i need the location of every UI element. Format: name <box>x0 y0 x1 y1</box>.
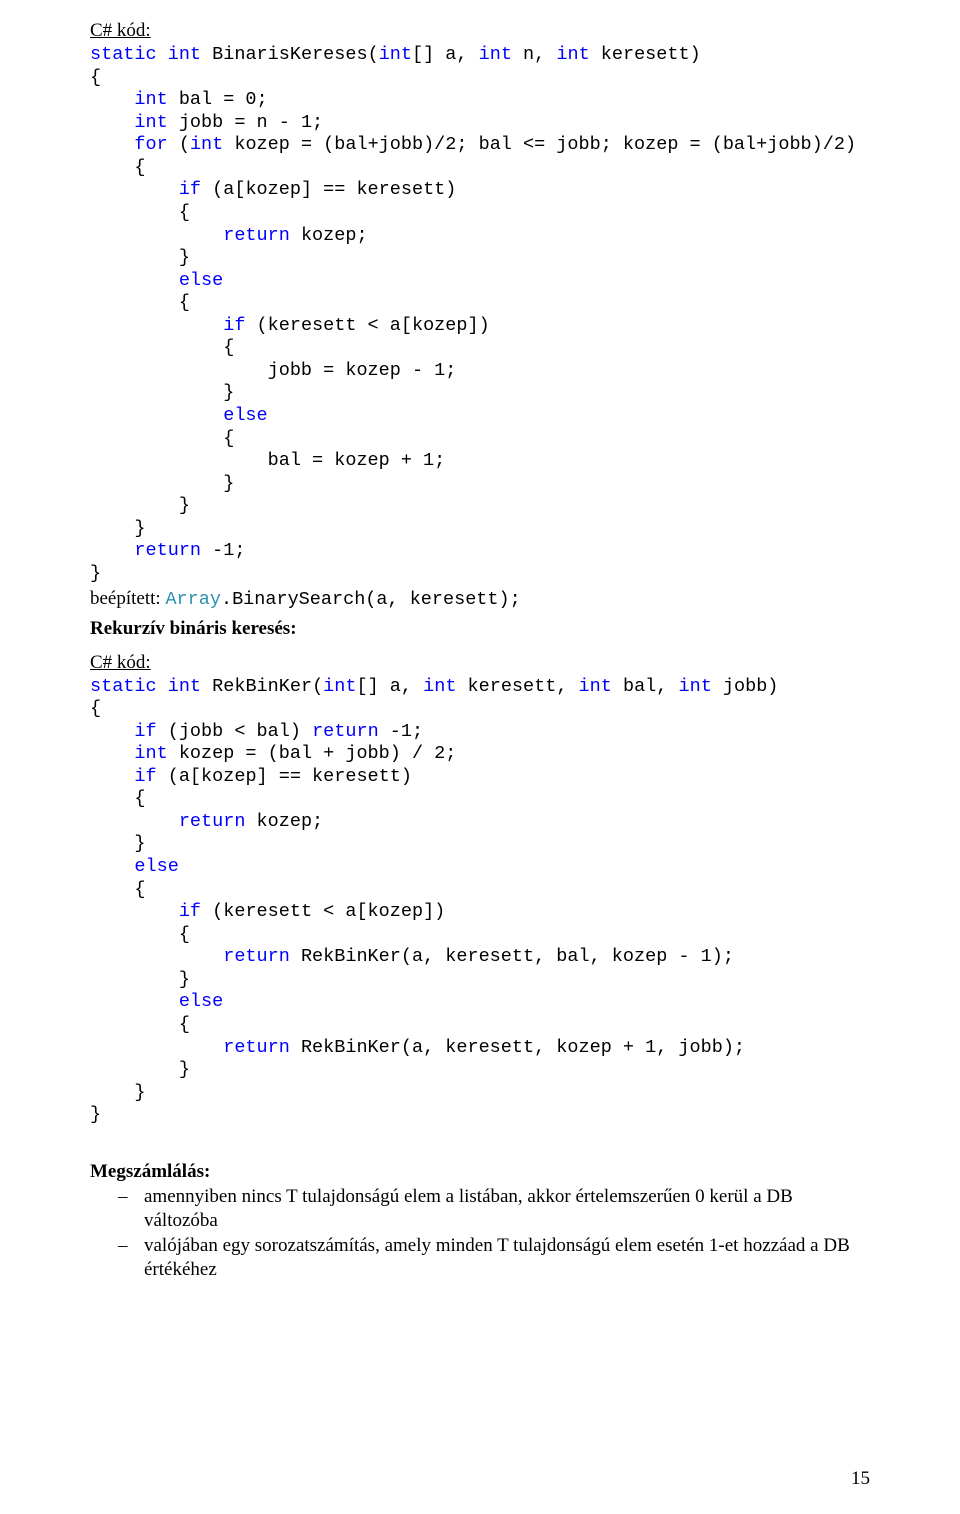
code-text: (keresett < a[kozep]) <box>201 901 445 922</box>
bullet-list: amennyiben nincs T tulajdonságú elem a l… <box>118 1185 870 1282</box>
kw: int <box>678 676 711 697</box>
kw: return <box>90 540 201 561</box>
code-text: kozep = (bal+jobb)/2; bal <= jobb; kozep… <box>223 134 856 155</box>
code-text: RekBinKer(a, keresett, kozep + 1, jobb); <box>290 1037 745 1058</box>
section-title-rekurziv: Rekurzív bináris keresés: <box>90 618 870 640</box>
code-text: kozep = (bal + jobb) / 2; <box>168 743 457 764</box>
code-text: bal = 0; <box>168 89 268 110</box>
code-text: [] a, <box>356 676 423 697</box>
kw: for <box>90 134 168 155</box>
builtin-line: beépített: Array.BinarySearch(a, kereset… <box>90 588 870 610</box>
builtin-class: Array <box>165 589 221 610</box>
code-text: } <box>90 473 234 494</box>
code-text: (a[kozep] == keresett) <box>201 179 456 200</box>
code-text: { <box>90 428 234 449</box>
code-text: { <box>90 698 101 719</box>
code-text: n, <box>512 44 556 65</box>
kw: return <box>90 1037 290 1058</box>
document-page: C# kód: static int BinarisKereses(int[] … <box>0 0 960 1514</box>
code-text: (a[kozep] == keresett) <box>157 766 412 787</box>
list-item: amennyiben nincs T tulajdonságú elem a l… <box>118 1185 870 1233</box>
code-text: jobb = n - 1; <box>168 112 323 133</box>
code-text: } <box>90 518 146 539</box>
kw: return <box>90 946 290 967</box>
code-text: } <box>90 495 190 516</box>
code-text: { <box>90 292 190 313</box>
kw: int <box>157 676 201 697</box>
code-heading-1: C# kód: <box>90 20 870 42</box>
page-number: 15 <box>851 1468 870 1490</box>
code-text: } <box>90 1104 101 1125</box>
code-text: } <box>90 563 101 584</box>
code-text: } <box>90 969 190 990</box>
kw: if <box>90 901 201 922</box>
code-text: keresett) <box>590 44 701 65</box>
kw: int <box>579 676 612 697</box>
kw: int <box>90 112 168 133</box>
kw: else <box>90 270 223 291</box>
kw: static <box>90 44 157 65</box>
builtin-call: .BinarySearch(a, keresett); <box>221 589 521 610</box>
code-text: } <box>90 1059 190 1080</box>
code-text: [] a, <box>412 44 479 65</box>
code-text: jobb) <box>712 676 779 697</box>
code-text: (keresett < a[kozep]) <box>245 315 489 336</box>
kw: int <box>157 44 201 65</box>
code-text: bal = kozep + 1; <box>90 450 445 471</box>
code-text: { <box>90 157 146 178</box>
code-text: jobb = kozep - 1; <box>90 360 456 381</box>
code-heading-2: C# kód: <box>90 652 870 674</box>
code-text: { <box>90 1014 190 1035</box>
code-text: { <box>90 788 146 809</box>
kw: if <box>90 721 157 742</box>
kw: else <box>90 856 179 877</box>
code-text: { <box>90 67 101 88</box>
code-text: -1; <box>379 721 423 742</box>
code-text: } <box>90 1082 146 1103</box>
kw: int <box>379 44 412 65</box>
kw: if <box>90 179 201 200</box>
list-item: valójában egy sorozatszámítás, amely min… <box>118 1234 870 1282</box>
code-text: BinarisKereses( <box>201 44 379 65</box>
code-text: bal, <box>612 676 679 697</box>
kw: int <box>479 44 512 65</box>
kw: return <box>90 811 245 832</box>
code-text: { <box>90 924 190 945</box>
kw: else <box>90 991 223 1012</box>
code-text: kozep; <box>290 225 368 246</box>
kw: return <box>90 225 290 246</box>
kw: int <box>190 134 223 155</box>
code-text: RekBinKer(a, keresett, bal, kozep - 1); <box>290 946 734 967</box>
code-text: } <box>90 382 234 403</box>
code-text: kozep; <box>245 811 323 832</box>
code-text: { <box>90 337 234 358</box>
code-text: { <box>90 202 190 223</box>
code-block-1: static int BinarisKereses(int[] a, int n… <box>90 44 870 586</box>
kw: int <box>423 676 456 697</box>
kw: return <box>312 721 379 742</box>
kw: int <box>323 676 356 697</box>
code-block-2: static int RekBinKer(int[] a, int kerese… <box>90 676 870 1127</box>
kw: if <box>90 766 157 787</box>
code-text: -1; <box>201 540 245 561</box>
code-text: } <box>90 247 190 268</box>
code-text: RekBinKer( <box>201 676 323 697</box>
kw: else <box>90 405 268 426</box>
code-text: (jobb < bal) <box>157 721 312 742</box>
code-text: keresett, <box>456 676 578 697</box>
code-text: ( <box>168 134 190 155</box>
kw: static <box>90 676 157 697</box>
kw: int <box>556 44 589 65</box>
subheading-megszamlalas: Megszámlálás: <box>90 1161 870 1183</box>
code-text: } <box>90 833 146 854</box>
builtin-label: beépített: <box>90 588 165 609</box>
code-text: { <box>90 879 146 900</box>
kw: int <box>90 743 168 764</box>
kw: int <box>90 89 168 110</box>
kw: if <box>90 315 245 336</box>
